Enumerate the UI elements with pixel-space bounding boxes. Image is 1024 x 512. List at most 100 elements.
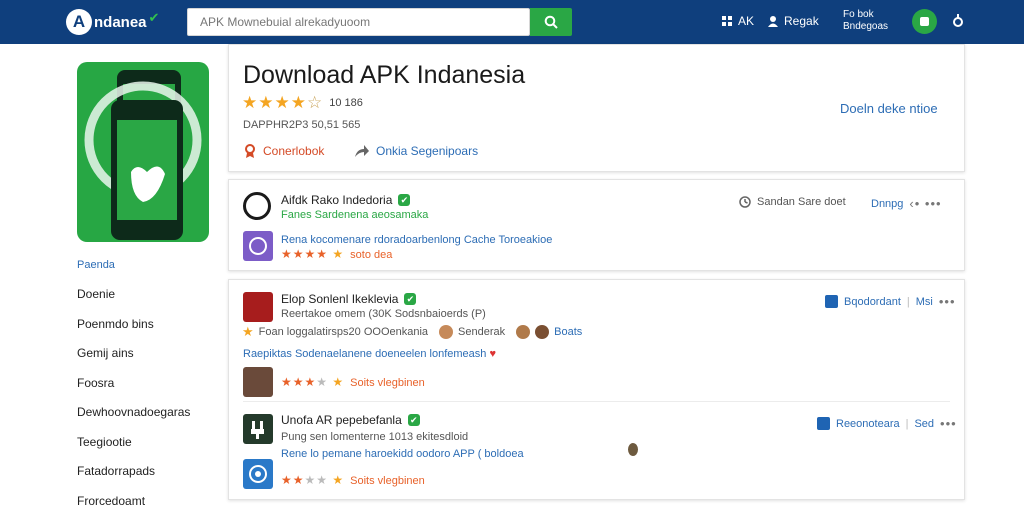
site-logo[interactable]: A ndanea ✔	[66, 9, 159, 35]
download-link[interactable]: Doeln deke ntioe	[840, 101, 938, 116]
sidebar-item-8[interactable]: Frorcedoamt	[77, 486, 217, 512]
sidebar-item-7[interactable]: Fatadorrapads	[77, 457, 217, 487]
verified-icon: ✔	[407, 414, 420, 426]
avatar	[439, 325, 454, 339]
verified-icon: ✔	[398, 194, 411, 206]
review-link-extra[interactable]: Sed	[914, 418, 934, 430]
award-icon	[245, 144, 255, 158]
timestamp-text: Sandan Sare doet	[757, 196, 846, 208]
apps-icon	[722, 15, 732, 26]
review-meta-name: Senderak	[458, 326, 506, 338]
app-thumb-icon	[249, 237, 267, 255]
review-author[interactable]: Unofa AR pepebefanla ✔	[281, 413, 420, 427]
search-icon	[544, 15, 558, 29]
avatar	[516, 325, 531, 339]
action-left-label: Conerlobok	[263, 144, 325, 158]
sidebar-item-1[interactable]: Doenie	[77, 280, 217, 310]
sidebar: Paenda Doenie Poenmdo bins Gemij ains Fo…	[77, 250, 217, 512]
logo-mark: A	[66, 9, 92, 35]
review-stars-label: soto dea	[350, 249, 393, 261]
review-thumb[interactable]	[243, 459, 273, 489]
rating-count: 10 186	[329, 97, 363, 109]
star-icon: ★	[242, 324, 254, 339]
header-link-label: Regak	[784, 14, 819, 28]
action-right-label: Onkia Segenipoars	[376, 144, 479, 158]
review-link-1[interactable]: Dnnpg ‹• •••	[871, 196, 942, 211]
settings-icon[interactable]	[950, 13, 966, 29]
page-title: Download APK Indanesia	[243, 61, 526, 89]
review-card-1: Aifdk Rako Indedoria ✔ Fanes Sardenena a…	[228, 179, 965, 271]
separator: |	[906, 295, 910, 308]
action-right[interactable]: Onkia Segenipoars	[354, 144, 478, 158]
review-meta-row: ★ Foan loggalatirsps20 OOOenkania Sender…	[242, 324, 582, 340]
avatar	[243, 192, 271, 220]
more-icon[interactable]: ‹• •••	[909, 196, 941, 211]
review-stars-label: Soits vlegbinen	[350, 475, 425, 487]
verified-icon: ✔	[404, 293, 417, 305]
review-link-label: Reeonoteara	[836, 417, 900, 430]
review-subtitle: Pung sen lomenterne 1013 ekitesdloid	[281, 431, 469, 443]
profile-avatar[interactable]	[912, 9, 937, 34]
review-text: Rena kocomenare rdoradoarbenlong Cache T…	[281, 234, 553, 246]
account-line-2: Bndegoas	[843, 21, 889, 32]
logo-check-icon: ✔	[148, 10, 160, 25]
review-thumb[interactable]	[243, 367, 273, 397]
review-author-name: Elop Sonlenl Ikeklevia	[281, 292, 399, 306]
app-header-card: Download APK Indanesia ★★★★☆ 10 186 DAPP…	[228, 44, 965, 172]
sidebar-item-0[interactable]: Paenda	[77, 250, 217, 280]
app-thumb-icon	[249, 465, 267, 483]
sidebar-item-2[interactable]: Poenmdo bins	[77, 309, 217, 339]
review-stars: ★★★★ ★ Soits vlegbinen	[281, 375, 425, 389]
action-left[interactable]: Conerlobok	[243, 144, 324, 158]
share-icon	[355, 145, 369, 157]
reviews-card: Elop Sonlenl Ikeklevia ✔ Reertakoe omem …	[228, 279, 965, 500]
search-input[interactable]	[187, 8, 530, 36]
header-link-label: AK	[738, 14, 755, 28]
avatar	[535, 325, 550, 339]
review-link-extra[interactable]: Msi	[916, 296, 933, 308]
review-author[interactable]: Aifdk Rako Indedoria ✔	[281, 193, 411, 207]
app-meta: DAPPHR2P3 50,51 565	[243, 119, 361, 131]
app-rating: ★★★★☆ 10 186	[242, 93, 363, 113]
sidebar-item-4[interactable]: Foosra	[77, 368, 217, 398]
review-link-3[interactable]: Reeonoteara | Sed •••	[817, 416, 957, 431]
header-link-regak[interactable]: Regak	[767, 14, 819, 28]
cursor-dot	[628, 443, 638, 456]
clock-icon	[739, 196, 751, 208]
more-icon[interactable]: •••	[940, 416, 957, 431]
top-bar: A ndanea ✔ AK Regak Fo bok Bndegoas	[0, 0, 1024, 44]
review-meta-link[interactable]: Boats	[554, 326, 582, 338]
review-link-label: Dnnpg	[871, 197, 904, 210]
sidebar-item-5[interactable]: Dewhoovnadoegaras	[77, 398, 217, 428]
search-button[interactable]	[530, 8, 572, 36]
more-icon[interactable]: •••	[939, 294, 956, 309]
avatar	[243, 414, 273, 444]
document-icon	[817, 417, 830, 430]
header-link-ak[interactable]: AK	[722, 14, 754, 28]
phone-app-icon	[84, 70, 202, 240]
rating-stars: ★★★★☆	[242, 93, 324, 112]
avatar	[243, 292, 273, 322]
review-author-name: Aifdk Rako Indedoria	[281, 193, 393, 207]
user-icon	[768, 16, 778, 27]
sidebar-item-3[interactable]: Gemij ains	[77, 339, 217, 369]
profile-icon	[920, 17, 929, 26]
review-subtitle: Reertakoe omem (30K Sodsnbaioerds (P)	[281, 308, 486, 320]
review-stars-label: Soits vlegbinen	[350, 377, 425, 389]
logo-text: ndanea	[94, 13, 147, 31]
review-stars: ★★★★ ★ soto dea	[281, 247, 393, 261]
app-icon	[77, 62, 209, 242]
header-account[interactable]: Fo bok Bndegoas	[843, 9, 888, 33]
divider	[243, 401, 950, 402]
review-text: Rene lo pemane haroekidd oodoro APP ( bo…	[281, 448, 524, 460]
review-subtitle: Fanes Sardenena aeosamaka	[281, 209, 429, 221]
review-author[interactable]: Elop Sonlenl Ikeklevia ✔	[281, 292, 417, 306]
review-timestamp: Sandan Sare doet	[739, 196, 846, 208]
account-line-1: Fo bok	[843, 9, 874, 20]
document-icon	[825, 295, 838, 308]
sidebar-item-6[interactable]: Teegiootie	[77, 427, 217, 457]
review-author-name: Unofa AR pepebefanla	[281, 413, 402, 427]
review-thumb[interactable]	[243, 231, 273, 261]
review-stars: ★★★★ ★ Soits vlegbinen	[281, 473, 425, 487]
review-link-2[interactable]: Bqodordant | Msi •••	[825, 294, 956, 309]
